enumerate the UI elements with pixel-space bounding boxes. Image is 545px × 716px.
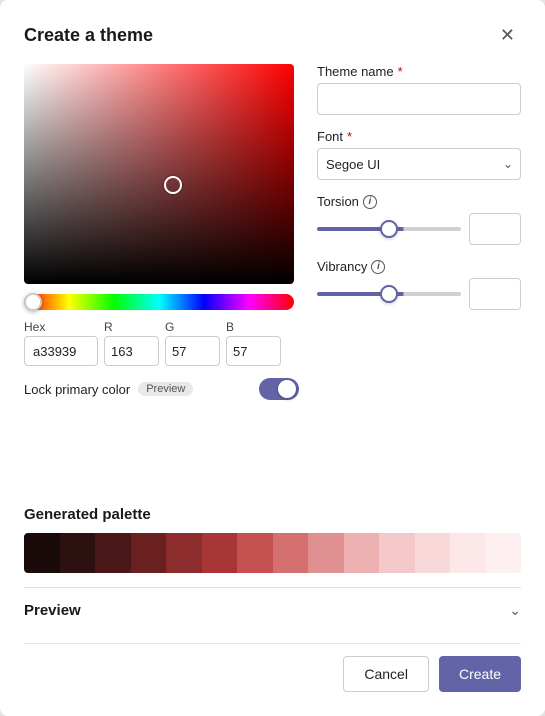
vibrancy-info-icon[interactable]: i [371,260,385,274]
vibrancy-value[interactable]: 0 [470,279,521,309]
theme-name-label: Theme name * [317,64,521,79]
hex-rgb-row: Hex R G B [24,320,299,366]
dialog-title: Create a theme [24,25,153,46]
main-content: Hex R G B Lock primary color [24,64,521,488]
r-label: R [104,320,159,334]
theme-name-required: * [398,64,403,79]
r-input[interactable] [104,336,159,366]
vibrancy-slider[interactable] [317,292,461,296]
vibrancy-label: Vibrancy i [317,259,521,274]
create-button[interactable]: Create [439,656,521,692]
torsion-slider[interactable] [317,227,461,231]
torsion-value[interactable]: 0 [470,214,521,244]
palette-swatch [24,533,60,573]
palette-swatch [131,533,167,573]
palette-row [24,533,521,573]
font-select-wrap: Segoe UI Arial Calibri Times New Roman ⌄ [317,148,521,180]
torsion-field: Torsion i 0 ▲ ▼ [317,194,521,245]
palette-label: Generated palette [24,506,521,523]
palette-swatch [415,533,451,573]
cancel-button[interactable]: Cancel [343,656,429,692]
palette-swatch [202,533,238,573]
font-select[interactable]: Segoe UI Arial Calibri Times New Roman [317,148,521,180]
right-panel: Theme name * Font * Segoe UI Arial Calib… [317,64,521,488]
font-label: Font * [317,129,521,144]
palette-swatch [237,533,273,573]
preview-title: Preview [24,602,81,619]
palette-swatch [95,533,131,573]
hex-label: Hex [24,320,98,334]
lock-primary-row: Lock primary color Preview [24,378,299,400]
font-field: Font * Segoe UI Arial Calibri Times New … [317,129,521,180]
palette-swatch [344,533,380,573]
palette-swatch [166,533,202,573]
torsion-slider-row: 0 ▲ ▼ [317,213,521,245]
font-required: * [347,129,352,144]
g-input[interactable] [165,336,220,366]
theme-name-input[interactable] [317,83,521,115]
lock-primary-label: Lock primary color [24,382,130,397]
torsion-spinner: 0 ▲ ▼ [469,213,521,245]
lock-primary-toggle[interactable] [259,378,299,400]
preview-section: Preview ⌄ [24,587,521,619]
palette-swatch [379,533,415,573]
b-input[interactable] [226,336,281,366]
generated-palette-section: Generated palette [24,506,521,573]
dialog-header: Create a theme ✕ [24,24,521,46]
g-group: G [165,320,220,366]
preview-badge: Preview [138,382,193,396]
r-group: R [104,320,159,366]
palette-swatch [60,533,96,573]
chevron-down-icon: ⌄ [509,602,521,619]
preview-header[interactable]: Preview ⌄ [24,588,521,619]
toggle-knob [278,380,296,398]
hue-slider[interactable] [24,294,294,310]
close-button[interactable]: ✕ [494,24,521,46]
vibrancy-spinner: 0 ▲ ▼ [469,278,521,310]
palette-swatch [273,533,309,573]
palette-swatch [308,533,344,573]
torsion-label: Torsion i [317,194,521,209]
vibrancy-field: Vibrancy i 0 ▲ ▼ [317,259,521,310]
left-panel: Hex R G B Lock primary color [24,64,299,488]
g-label: G [165,320,220,334]
hex-group: Hex [24,320,98,366]
color-picker-canvas[interactable] [24,64,294,284]
b-group: B [226,320,281,366]
theme-name-field: Theme name * [317,64,521,115]
palette-swatch [486,533,522,573]
hex-input[interactable] [24,336,98,366]
create-theme-dialog: Create a theme ✕ Hex R [0,0,545,716]
b-label: B [226,320,281,334]
hue-slider-wrap [24,294,294,310]
dialog-footer: Cancel Create [24,643,521,692]
torsion-info-icon[interactable]: i [363,195,377,209]
vibrancy-slider-row: 0 ▲ ▼ [317,278,521,310]
palette-swatch [450,533,486,573]
